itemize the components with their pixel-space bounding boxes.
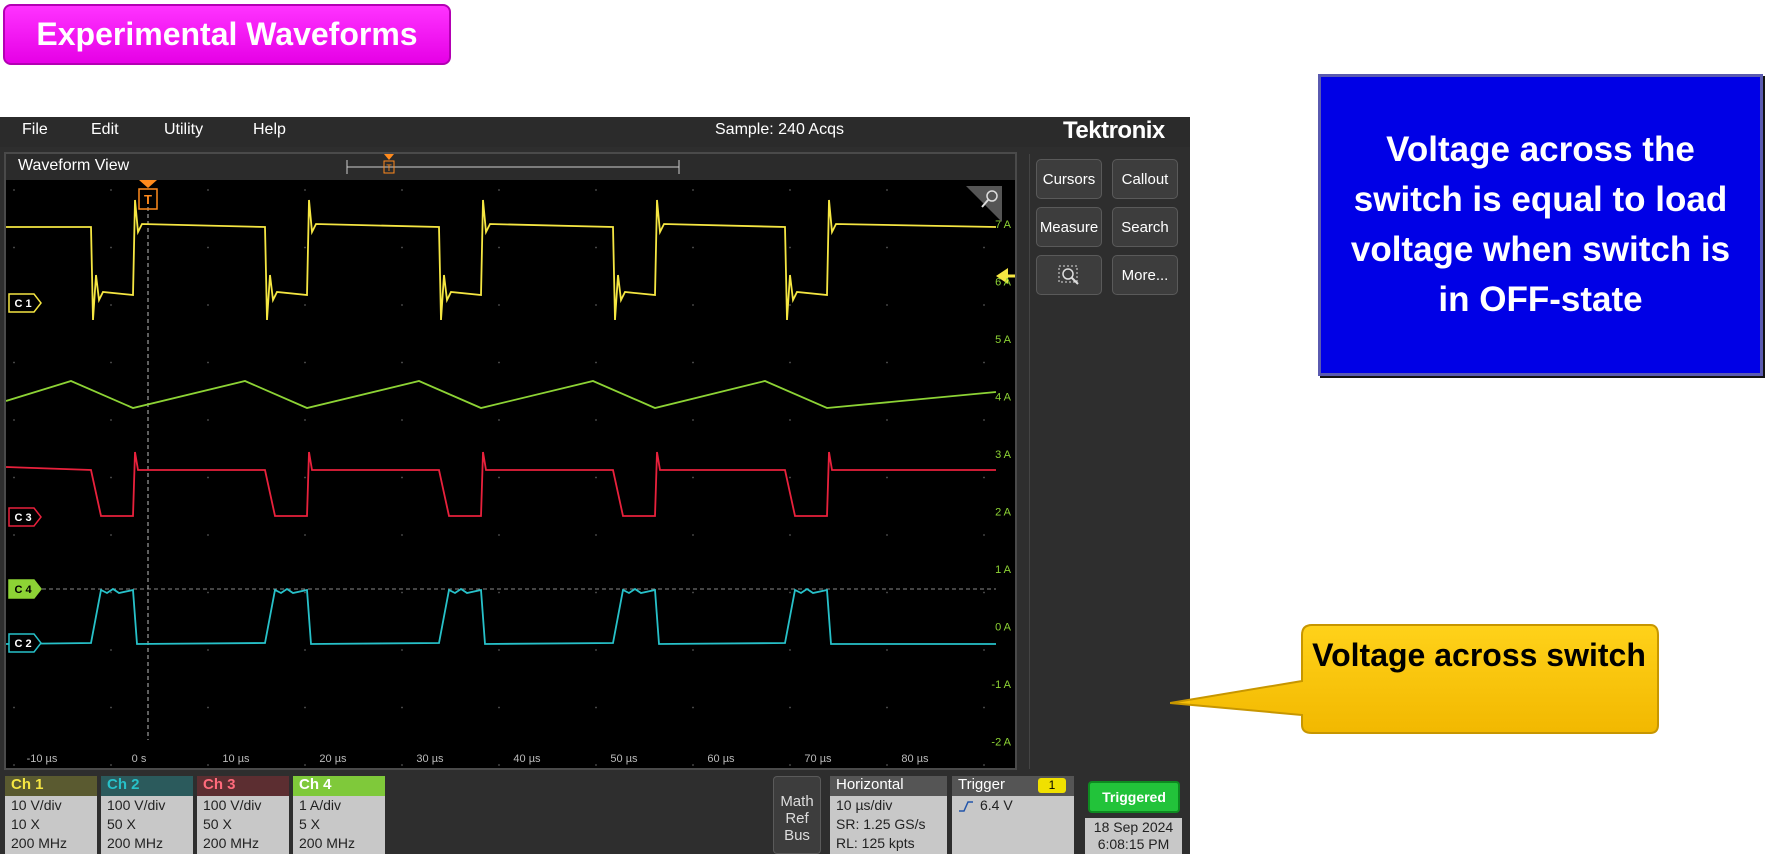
more-button[interactable]: More... bbox=[1112, 255, 1178, 295]
channel-4-trace bbox=[6, 380, 997, 409]
brand-logo: Tektronix bbox=[1063, 117, 1165, 144]
channel-1-badge[interactable]: Ch 1 10 V/div 10 X 200 MHz bbox=[5, 776, 97, 854]
amplitude-axis-label: -1 A bbox=[991, 679, 1011, 691]
channel-tag-label: C 1 bbox=[14, 298, 31, 310]
time-axis-label: 20 µs bbox=[319, 753, 347, 765]
time-axis-label: 60 µs bbox=[707, 753, 735, 765]
callout-text: Voltage across switch bbox=[1312, 637, 1646, 673]
annotation-box: Voltage across the switch is equal to lo… bbox=[1318, 74, 1763, 376]
bus-label: Bus bbox=[784, 827, 810, 844]
channel-4-bandwidth: 200 MHz bbox=[299, 835, 356, 851]
zoom-button[interactable] bbox=[1036, 255, 1102, 295]
time-axis-label: 0 s bbox=[132, 753, 147, 765]
oscilloscope-window: File Edit Utility Help Sample: 240 Acqs … bbox=[0, 117, 1190, 854]
time-axis-label: 30 µs bbox=[416, 753, 444, 765]
record-length: RL: 125 kpts bbox=[836, 835, 915, 851]
menu-file[interactable]: File bbox=[22, 121, 48, 139]
svg-text:T: T bbox=[386, 163, 392, 173]
channel-3-trace bbox=[6, 451, 996, 517]
math-ref-bus-button[interactable]: Math Ref Bus bbox=[773, 776, 821, 854]
channel-3-probe: 50 X bbox=[203, 816, 232, 832]
channel-2-name: Ch 2 bbox=[101, 776, 193, 796]
ref-label: Ref bbox=[785, 810, 809, 827]
amplitude-axis-label: 0 A bbox=[995, 622, 1012, 634]
trigger-position-marker bbox=[139, 180, 157, 188]
menu-help[interactable]: Help bbox=[253, 121, 286, 139]
cursors-button[interactable]: Cursors bbox=[1036, 159, 1102, 199]
acquisition-status: Sample: 240 Acqs bbox=[715, 121, 844, 138]
record-overview-bar[interactable]: T bbox=[343, 154, 683, 180]
channel-3-bandwidth: 200 MHz bbox=[203, 835, 260, 851]
channel-tag-label: C 2 bbox=[14, 638, 31, 650]
channel-2-scale: 100 V/div bbox=[107, 797, 166, 813]
channel-1-probe: 10 X bbox=[11, 816, 40, 832]
side-panel: Cursors Callout Measure Search More... bbox=[1029, 154, 1187, 769]
bottom-bar: Ch 1 10 V/div 10 X 200 MHz Ch 2 100 V/di… bbox=[0, 773, 1190, 854]
amplitude-axis-label: 3 A bbox=[995, 449, 1012, 461]
trigger-level: 6.4 V bbox=[980, 797, 1013, 813]
sample-rate: SR: 1.25 GS/s bbox=[836, 816, 926, 832]
amplitude-axis-label: 7 A bbox=[995, 219, 1012, 231]
horizontal-scale: 10 µs/div bbox=[836, 797, 893, 813]
menu-bar: File Edit Utility Help Sample: 240 Acqs … bbox=[0, 117, 1190, 147]
waveform-plot[interactable]: T -10 µs 0 s 10 µs 20 µs 30 µs 40 µs 50 µs 60 µs… bbox=[6, 180, 1015, 768]
rising-edge-icon bbox=[959, 800, 973, 812]
menu-edit[interactable]: Edit bbox=[91, 121, 119, 139]
channel-4-scale: 1 A/div bbox=[299, 797, 342, 813]
horizontal-title: Horizontal bbox=[830, 776, 947, 796]
zoom-icon bbox=[1058, 265, 1079, 285]
date-time: 18 Sep 2024 6:08:15 PM bbox=[1085, 818, 1182, 854]
channel-2-trace bbox=[6, 587, 996, 645]
measure-button[interactable]: Measure bbox=[1036, 207, 1102, 247]
trigger-source-badge: 1 bbox=[1038, 778, 1066, 793]
math-label: Math bbox=[780, 793, 814, 810]
menu-utility[interactable]: Utility bbox=[164, 121, 203, 139]
channel-2-probe: 50 X bbox=[107, 816, 136, 832]
time-axis-label: 50 µs bbox=[610, 753, 638, 765]
horizontal-badge[interactable]: Horizontal 10 µs/div SR: 1.25 GS/s RL: 1… bbox=[830, 776, 947, 854]
channel-tag-label: C 3 bbox=[14, 512, 31, 524]
time-axis-label: 80 µs bbox=[901, 753, 929, 765]
channel-1-name: Ch 1 bbox=[5, 776, 97, 796]
callout-button[interactable]: Callout bbox=[1112, 159, 1178, 199]
time-axis-label: 40 µs bbox=[513, 753, 541, 765]
trigger-marker-label: T bbox=[144, 192, 152, 207]
channel-4-probe: 5 X bbox=[299, 816, 321, 832]
amplitude-axis-label: 5 A bbox=[995, 334, 1012, 346]
channel-1-scale: 10 V/div bbox=[11, 797, 62, 813]
search-button[interactable]: Search bbox=[1112, 207, 1178, 247]
channel-1-trace bbox=[6, 199, 997, 321]
amplitude-axis-label: 1 A bbox=[995, 564, 1012, 576]
slide-title: Experimental Waveforms bbox=[3, 4, 451, 65]
channel-3-name: Ch 3 bbox=[197, 776, 289, 796]
amplitude-axis-label: 4 A bbox=[995, 392, 1012, 404]
channel-4-badge[interactable]: Ch 4 1 A/div 5 X 200 MHz bbox=[293, 776, 385, 854]
amplitude-axis-label: -2 A bbox=[991, 737, 1011, 749]
channel-3-badge[interactable]: Ch 3 100 V/div 50 X 200 MHz bbox=[197, 776, 289, 854]
time-axis-label: 10 µs bbox=[222, 753, 250, 765]
date-label: 18 Sep 2024 bbox=[1093, 819, 1174, 835]
amplitude-axis-label: 2 A bbox=[995, 507, 1012, 519]
amplitude-axis-label: 6 A bbox=[995, 277, 1012, 289]
channel-2-badge[interactable]: Ch 2 100 V/div 50 X 200 MHz bbox=[101, 776, 193, 854]
trigger-badge[interactable]: Trigger 1 6.4 V bbox=[952, 776, 1074, 854]
waveform-view-title: Waveform View bbox=[18, 157, 130, 174]
channel-tag-label: C 4 bbox=[14, 584, 32, 596]
time-label: 6:08:15 PM bbox=[1097, 836, 1170, 852]
channel-2-bandwidth: 200 MHz bbox=[107, 835, 164, 851]
time-axis-label: 70 µs bbox=[804, 753, 832, 765]
trigger-status[interactable]: Triggered bbox=[1088, 781, 1180, 813]
waveform-view-header: Waveform View T bbox=[6, 154, 1015, 180]
time-axis-label: -10 µs bbox=[27, 753, 58, 765]
channel-3-scale: 100 V/div bbox=[203, 797, 262, 813]
channel-1-bandwidth: 200 MHz bbox=[11, 835, 68, 851]
channel-4-name: Ch 4 bbox=[293, 776, 385, 796]
waveform-view[interactable]: Waveform View T T -10 µs 0 s 10 µs 20 µs 30 µ… bbox=[4, 152, 1017, 770]
